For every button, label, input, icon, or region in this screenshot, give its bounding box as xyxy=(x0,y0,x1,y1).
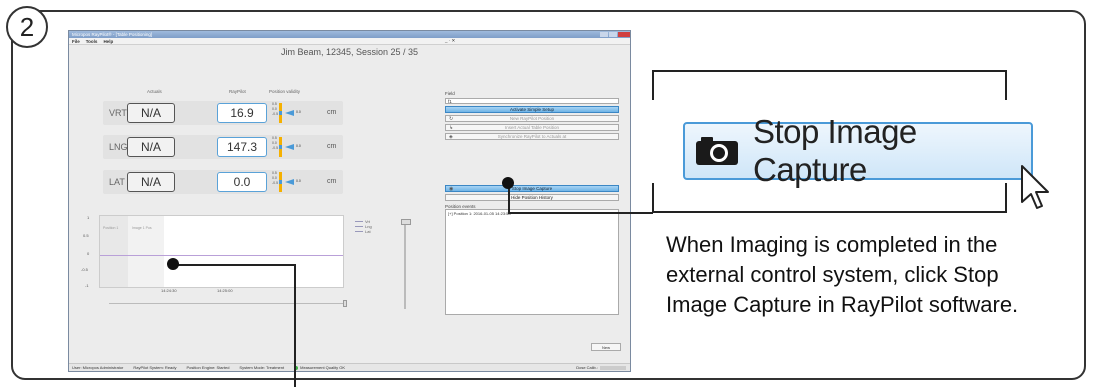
axis-label: VRT xyxy=(109,108,127,118)
right-panel-lower: ◉ Stop Image Capture Hide Position Histor… xyxy=(445,183,619,315)
status-quality: Measurement Quality OK xyxy=(294,365,345,370)
y-tick: -0.5 xyxy=(81,267,88,272)
header-actuals: Actuals xyxy=(147,89,162,94)
minimize-icon[interactable] xyxy=(600,32,608,37)
axis-row-lat: LAT N/A 0.0 0.5 0.0 -0.5 0.0 cm xyxy=(103,170,343,194)
slider-knob[interactable] xyxy=(343,300,347,307)
menu-file[interactable]: File xyxy=(72,39,80,44)
actual-value: N/A xyxy=(127,172,175,192)
x-tick: 14:24:30 xyxy=(161,288,177,293)
header-validity: Position validity xyxy=(269,89,301,94)
session-title: Jim Beam, 12345, Session 25 / 35 xyxy=(280,47,419,57)
actual-value: N/A xyxy=(127,103,175,123)
callout-button-label: Stop Image Capture xyxy=(753,113,917,188)
new-button[interactable]: New xyxy=(591,343,621,351)
insert-icon: ↳ xyxy=(449,125,454,131)
mouse-pointer-icon xyxy=(1020,164,1060,225)
header-raypilot: RayPilot xyxy=(229,89,246,94)
maximize-icon[interactable] xyxy=(609,32,617,37)
raypilot-value: 147.3 xyxy=(217,137,267,157)
hide-position-history-button[interactable]: Hide Position History xyxy=(445,194,619,201)
validity-ticks: 0.5 0.0 -0.5 xyxy=(272,102,279,116)
new-raypilot-position-button[interactable]: ↻ New RayPilot Position xyxy=(445,115,619,122)
validity-ticks: 0.5 0.0 -0.5 xyxy=(272,171,279,185)
menu-help[interactable]: Help xyxy=(103,39,113,44)
position-history-plot: Position 1 Image 1 Pos xyxy=(99,215,344,288)
pointer-dot xyxy=(502,177,514,189)
plot-legend: Vrt Lng Lat xyxy=(355,219,372,234)
field-label: Field xyxy=(445,91,455,96)
y-tick: 0 xyxy=(87,251,90,256)
validity-arrow-icon xyxy=(285,144,294,150)
sync-icon: ◈ xyxy=(449,134,453,140)
status-engine: Position Engine: Started xyxy=(186,365,230,370)
stop-image-capture-button[interactable]: ◉ Stop Image Capture xyxy=(445,185,619,192)
synchronize-button[interactable]: ◈ Synchronize RayPilot to Actuals at xyxy=(445,133,619,140)
time-scroll-slider[interactable] xyxy=(109,300,347,307)
status-user: User: Micropos Administrator xyxy=(72,365,124,370)
plot-series-line xyxy=(100,255,343,256)
raypilot-value: 16.9 xyxy=(217,103,267,123)
validity-bar xyxy=(279,137,282,157)
callout-frame-top xyxy=(652,70,1007,100)
pointer-dot xyxy=(167,258,179,270)
actual-value: N/A xyxy=(127,137,175,157)
axis-row-vrt: VRT N/A 16.9 0.5 0.0 -0.5 0.0 cm xyxy=(103,101,343,125)
instruction-text: When Imaging is completed in the externa… xyxy=(666,232,1019,317)
unit-label: cm xyxy=(327,109,337,116)
region-label: Position 1 xyxy=(103,226,119,230)
position-events-list[interactable]: [+] Position 1: 2016-01-05 14:23:58 xyxy=(445,209,619,315)
validity-bar xyxy=(279,172,282,192)
close-icon[interactable] xyxy=(618,32,630,37)
validity-arrow-icon xyxy=(285,110,294,116)
raypilot-screenshot: Micropos RayPilot® - [Table Positioning]… xyxy=(68,30,631,372)
unit-label: cm xyxy=(327,178,337,185)
status-mode: System Mode: Treatment xyxy=(239,365,285,370)
x-tick: 14:25:00 xyxy=(217,288,233,293)
activate-simple-setup-button[interactable]: Activate Simple Setup xyxy=(445,106,619,113)
stop-image-capture-callout-button[interactable]: Stop Image Capture xyxy=(683,113,1033,188)
status-system: RayPilot System: Ready xyxy=(133,365,177,370)
validity-ticks: 0.5 0.0 -0.5 xyxy=(272,136,279,150)
right-panel: Field f1 Activate Simple Setup ↻ New RayP… xyxy=(445,91,619,140)
window-controls[interactable] xyxy=(600,32,630,37)
camera-icon: ◉ xyxy=(449,186,454,192)
validity-value: 0.0 xyxy=(296,144,301,148)
y-tick: 0.5 xyxy=(83,233,89,238)
validity-value: 0.0 xyxy=(296,179,301,183)
validity-arrow-icon xyxy=(285,179,294,185)
mdi-controls[interactable]: _ · ✕ xyxy=(445,38,455,44)
window-titlebar: Micropos RayPilot® - [Table Positioning] xyxy=(69,31,630,38)
unit-label: cm xyxy=(327,143,337,150)
validity-value: 0.0 xyxy=(296,110,301,114)
connector-line xyxy=(508,212,653,214)
status-bar: User: Micropos Administrator RayPilot Sy… xyxy=(69,363,630,371)
dose-progress-bar xyxy=(600,365,626,370)
region-label: Image 1 Pos xyxy=(132,226,152,230)
vertical-zoom-slider[interactable] xyxy=(401,219,411,309)
menu-bar: File Tools Help _ · ✕ xyxy=(69,38,630,45)
step-number-badge: 2 xyxy=(6,6,48,48)
axis-label: LNG xyxy=(109,142,128,152)
window-title: Micropos RayPilot® - [Table Positioning] xyxy=(72,32,153,37)
axis-label: LAT xyxy=(109,177,125,187)
axis-row-lng: LNG N/A 147.3 0.5 0.0 -0.5 0.0 cm xyxy=(103,135,343,159)
menu-tools[interactable]: Tools xyxy=(86,39,98,44)
y-tick: -1 xyxy=(85,283,89,288)
field-select[interactable]: f1 xyxy=(445,98,619,104)
camera-icon xyxy=(695,136,739,166)
raypilot-value: 0.0 xyxy=(217,172,267,192)
insert-actual-table-position-button[interactable]: ↳ Insert Actual Table Position xyxy=(445,124,619,131)
connector-line xyxy=(294,264,296,387)
connector-line xyxy=(174,264,296,266)
status-dose: Dose Calib.: xyxy=(576,365,626,370)
validity-bar xyxy=(279,103,282,123)
y-tick: 1 xyxy=(87,215,90,220)
refresh-icon: ↻ xyxy=(449,116,454,122)
legend-item: Lat xyxy=(365,229,371,234)
